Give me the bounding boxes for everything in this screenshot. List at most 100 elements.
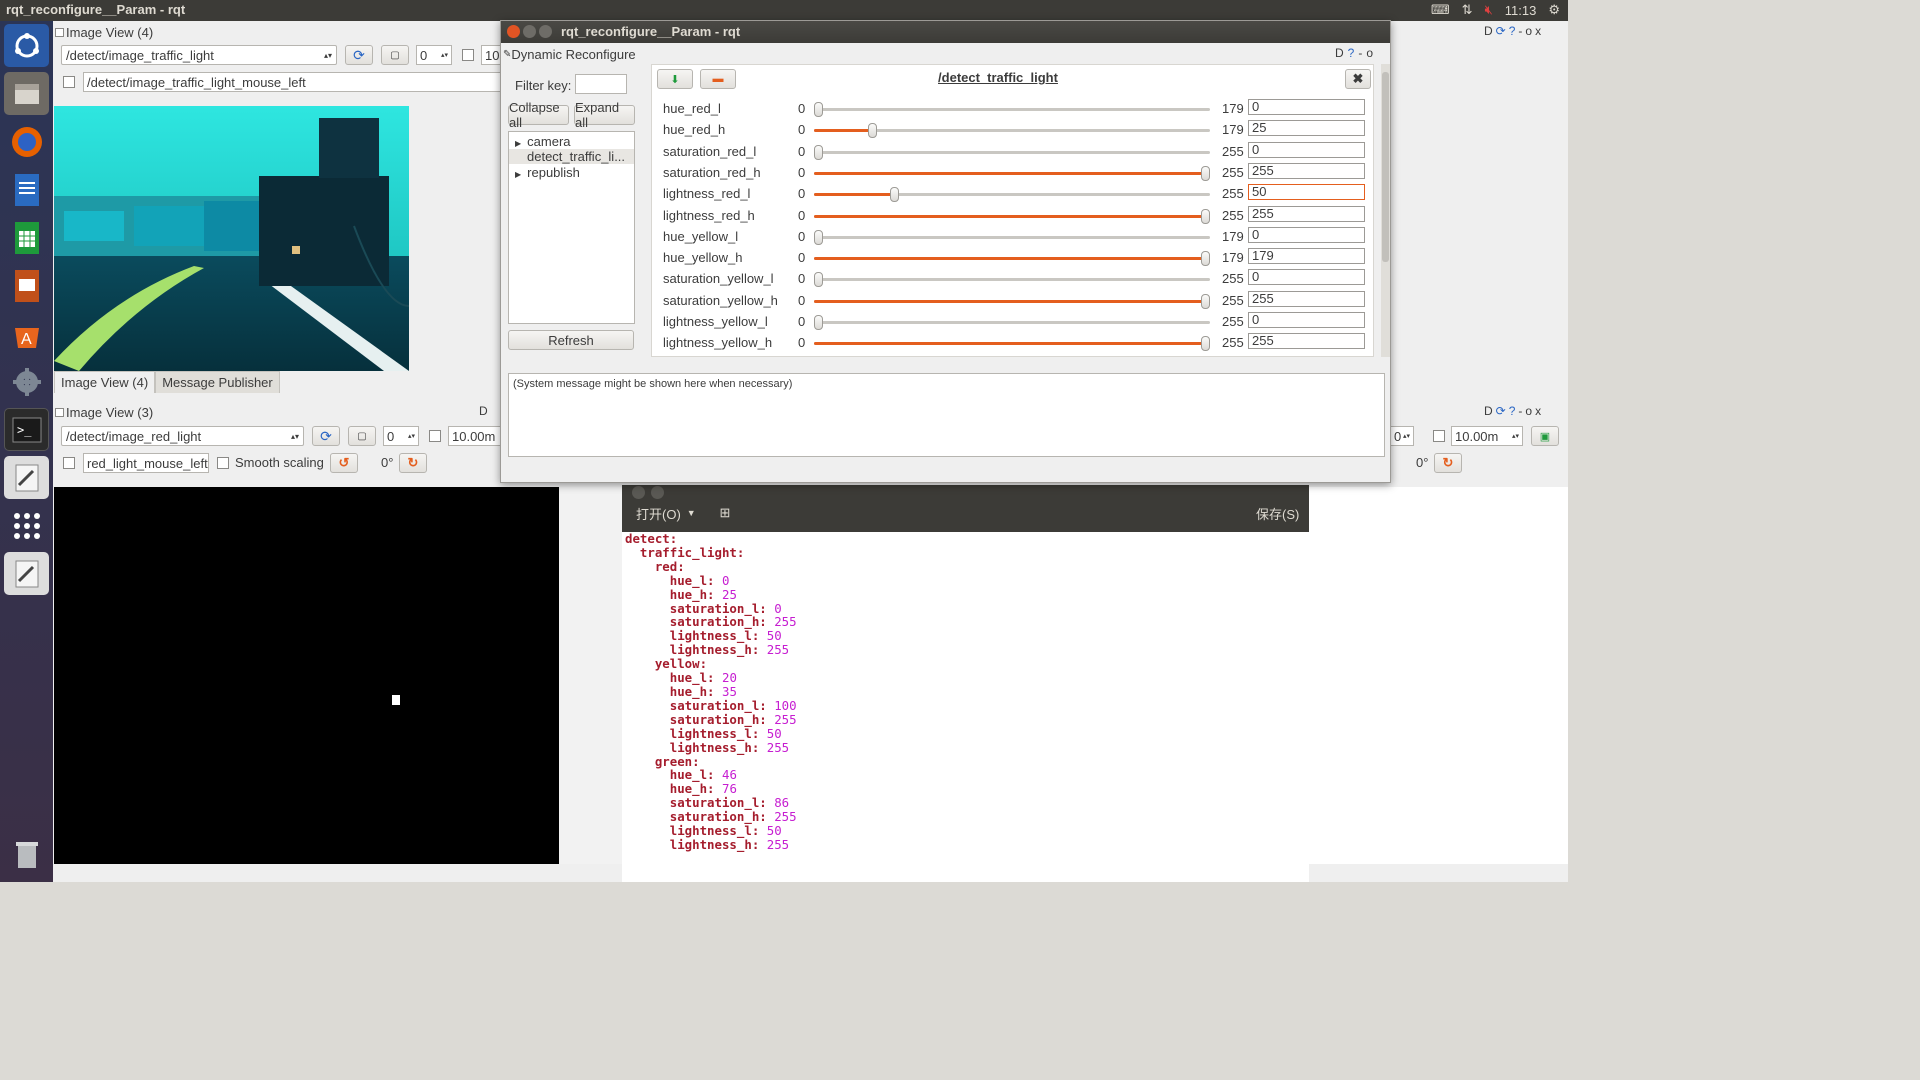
param-value-input[interactable]: 255	[1248, 290, 1365, 307]
ubuntu-dash-icon[interactable]	[4, 24, 49, 67]
help-icon[interactable]: ?	[1348, 46, 1355, 60]
close-node-button[interactable]: ✖	[1345, 69, 1371, 89]
minus-icon[interactable]: -	[1518, 404, 1522, 418]
refresh-topics-button[interactable]: ⟳	[312, 426, 340, 446]
scrollbar-thumb[interactable]	[1382, 72, 1389, 262]
param-value-input[interactable]: 0	[1248, 141, 1365, 158]
param-value-input[interactable]: 255	[1248, 205, 1365, 222]
slider-handle[interactable]	[1201, 165, 1210, 181]
mouse-topic-field-view4[interactable]: /detect/image_traffic_light_mouse_left	[83, 72, 503, 92]
param-slider[interactable]	[814, 272, 1210, 288]
volume-muted-icon[interactable]: 🔇︎	[1485, 2, 1493, 18]
slider-handle[interactable]	[889, 187, 899, 203]
dock-float-icon[interactable]	[55, 27, 64, 37]
tab-image-view-4[interactable]: Image View (4)	[54, 371, 156, 393]
slider-handle[interactable]	[814, 102, 823, 117]
close-icon[interactable]: x	[1535, 404, 1541, 418]
dock-d-icon[interactable]: D	[1335, 46, 1344, 60]
close-window-icon[interactable]	[507, 25, 520, 38]
slider-handle[interactable]	[1201, 251, 1210, 267]
mouse-publish-checkbox-view4[interactable]	[63, 76, 75, 88]
topic-select-view3[interactable]: /detect/image_red_light ▴▾	[61, 426, 304, 446]
rotate-right-button[interactable]: ↻	[399, 453, 427, 473]
network-icon[interactable]: ⇅	[1462, 2, 1473, 18]
close-window-icon[interactable]	[632, 486, 645, 499]
text-editor-icon[interactable]	[4, 456, 49, 499]
param-slider[interactable]	[814, 315, 1210, 330]
dock-float-icon[interactable]	[55, 407, 64, 417]
slider-handle[interactable]	[1201, 208, 1210, 224]
right-image-area[interactable]	[1309, 487, 1568, 864]
param-slider[interactable]	[814, 251, 1210, 267]
smooth-scaling-checkbox[interactable]	[217, 457, 229, 469]
text-editor-2-icon[interactable]	[4, 552, 49, 595]
topic-button[interactable]: ▢	[348, 426, 376, 446]
checkbox-view4[interactable]	[462, 49, 474, 61]
mouse-topic-field-view3[interactable]: red_light_mouse_left	[83, 453, 209, 473]
filter-key-input[interactable]	[575, 74, 627, 94]
float-icon[interactable]: o	[1525, 404, 1532, 418]
param-value-input[interactable]: 0	[1248, 312, 1365, 328]
refresh-icon[interactable]: ⟳	[1496, 404, 1506, 418]
trash-icon[interactable]	[4, 832, 49, 875]
open-button[interactable]: 打开(O) ▼	[630, 502, 702, 524]
param-slider[interactable]	[814, 208, 1210, 224]
param-slider[interactable]	[814, 123, 1210, 139]
param-slider[interactable]	[814, 229, 1210, 245]
topic-button[interactable]: ▢	[381, 45, 409, 65]
param-value-input[interactable]: 0	[1248, 99, 1365, 115]
param-value-input[interactable]: 50	[1248, 184, 1365, 201]
dock-d-icon[interactable]: D	[1484, 404, 1493, 418]
red-light-image[interactable]	[54, 487, 559, 864]
terminal-icon[interactable]: >_	[4, 408, 49, 451]
checkbox-view3[interactable]	[429, 430, 441, 442]
slider-handle[interactable]	[1201, 336, 1210, 352]
calc-icon[interactable]	[4, 216, 49, 259]
slider-handle[interactable]	[1201, 293, 1210, 309]
files-icon[interactable]	[4, 72, 49, 115]
slider-handle[interactable]	[814, 229, 823, 245]
expand-all-button[interactable]: Expand all	[574, 100, 635, 130]
float-icon[interactable]: o	[1366, 46, 1373, 60]
param-value-input[interactable]: 255	[1248, 333, 1365, 350]
refresh-icon[interactable]: ⟳	[1496, 24, 1506, 38]
rotate-left-button[interactable]: ↺	[330, 453, 358, 473]
param-scrollbar[interactable]	[1381, 64, 1390, 357]
refresh-button[interactable]: Refresh	[508, 330, 634, 350]
slider-handle[interactable]	[814, 144, 823, 160]
param-slider[interactable]	[814, 336, 1210, 352]
impress-icon[interactable]	[4, 264, 49, 307]
gear-icon[interactable]: ⚙	[1548, 2, 1560, 18]
close-icon[interactable]: x	[1535, 24, 1541, 38]
help-icon[interactable]: ?	[1509, 24, 1516, 38]
slider-handle[interactable]	[814, 315, 823, 330]
tab-message-publisher[interactable]: Message Publisher	[155, 371, 280, 393]
firefox-icon[interactable]	[4, 120, 49, 163]
param-value-input[interactable]: 255	[1248, 162, 1365, 179]
param-slider[interactable]	[814, 187, 1210, 203]
minimize-window-icon[interactable]	[651, 486, 664, 499]
clock[interactable]: 11:13	[1505, 3, 1537, 18]
mouse-publish-checkbox-view3[interactable]	[63, 457, 75, 469]
code-view[interactable]: detect: traffic_light: red: hue_l: 0 hue…	[625, 532, 797, 852]
param-value-input[interactable]: 179	[1248, 248, 1365, 265]
zoom-field-right[interactable]: 10.00m ▴▾	[1451, 426, 1523, 446]
software-center-icon[interactable]: A	[4, 312, 49, 355]
param-value-input[interactable]: 0	[1248, 269, 1365, 286]
minus-icon[interactable]: -	[1358, 46, 1362, 60]
param-slider[interactable]	[814, 144, 1210, 160]
spinbox-view4[interactable]: 0 ▴▾	[416, 45, 452, 65]
float-icon[interactable]: o	[1525, 24, 1532, 38]
param-slider[interactable]	[814, 102, 1210, 117]
spinbox-right[interactable]: 0 ▴▾	[1390, 426, 1414, 446]
new-document-button[interactable]: ⊞	[714, 502, 736, 524]
dock-controls-left[interactable]: D	[479, 404, 488, 418]
zoom-field-view3[interactable]: 10.00m	[448, 426, 503, 446]
tree-item-camera[interactable]: ▶ camera	[515, 134, 571, 149]
minus-icon[interactable]: -	[1518, 24, 1522, 38]
minimize-window-icon[interactable]	[523, 25, 536, 38]
refresh-topics-button[interactable]: ⟳	[345, 45, 373, 65]
slider-handle[interactable]	[868, 123, 878, 139]
save-image-button[interactable]: ▣	[1531, 426, 1559, 446]
save-button[interactable]: 保存(S)	[1250, 502, 1305, 524]
